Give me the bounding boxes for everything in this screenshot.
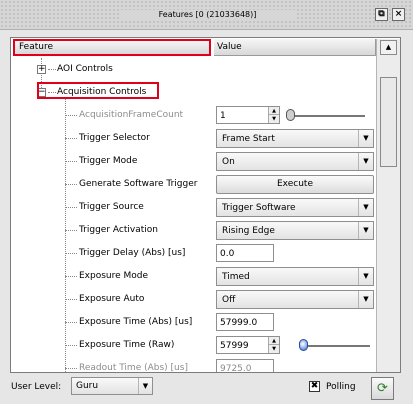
feature-name: AcquisitionFrameCount <box>79 110 184 120</box>
tree-connector <box>65 299 77 300</box>
value-dropdown[interactable]: Frame Start ▼ <box>216 129 374 148</box>
tree-connector <box>65 184 77 185</box>
feature-row[interactable]: Exposure Mode Timed ▼ <box>11 265 376 288</box>
spin-up-icon[interactable]: ▲ <box>268 107 279 115</box>
feature-row[interactable]: Trigger Mode On ▼ <box>11 150 376 173</box>
spin-down-icon[interactable]: ▼ <box>268 115 279 123</box>
value-dropdown[interactable]: On ▼ <box>216 152 374 171</box>
tree-body: + AOI Controls − Acquisition Controls Ac… <box>11 58 376 373</box>
column-header-feature[interactable]: Feature <box>13 39 211 56</box>
feature-row[interactable]: Exposure Time (Raw) 57999 ▲ ▼ <box>11 334 376 357</box>
feature-name: Trigger Source <box>79 202 144 212</box>
user-level-label: User Level: <box>11 382 62 392</box>
value-field[interactable]: 0.0 <box>216 244 274 262</box>
restore-icon[interactable]: ⧉ <box>375 8 388 21</box>
tree-connector <box>65 115 77 116</box>
refresh-icon[interactable]: ⟳ <box>371 377 394 400</box>
highlight-box <box>37 82 159 99</box>
value-dropdown[interactable]: Timed ▼ <box>216 267 374 286</box>
feature-row[interactable]: Readout Time (Abs) [us] 9725.0 <box>11 357 376 373</box>
value-text: 1 <box>220 111 226 121</box>
value-dropdown[interactable]: Off ▼ <box>216 290 374 309</box>
feature-row[interactable]: Trigger Selector Frame Start ▼ <box>11 127 376 150</box>
value-field[interactable]: 9725.0 <box>216 359 274 373</box>
tree-connector <box>65 138 77 139</box>
feature-row[interactable]: Trigger Delay (Abs) [us] 0.0 <box>11 242 376 265</box>
tree-connector <box>65 207 77 208</box>
feature-name: Exposure Auto <box>79 294 145 304</box>
slider-handle[interactable] <box>286 109 295 121</box>
tree-connector <box>65 253 77 254</box>
feature-row[interactable]: Generate Software Trigger Execute <box>11 173 376 196</box>
feature-name: Trigger Activation <box>79 225 158 235</box>
feature-name: Trigger Selector <box>79 133 150 143</box>
dropdown-arrow-icon[interactable]: ▼ <box>358 153 373 170</box>
value-text: Rising Edge <box>222 226 275 236</box>
feature-row[interactable]: Exposure Auto Off ▼ <box>11 288 376 311</box>
feature-name: Exposure Time (Abs) [us] <box>79 317 193 327</box>
slider-handle[interactable] <box>299 339 308 351</box>
feature-table: Feature Value + AOI Controls − Acquisiti… <box>10 37 401 373</box>
user-level-value: Guru <box>76 381 99 391</box>
close-icon[interactable]: × <box>392 8 405 21</box>
feature-row[interactable]: Trigger Source Trigger Software ▼ <box>11 196 376 219</box>
value-text: 57999 <box>220 341 249 351</box>
vertical-scrollbar[interactable]: ▲ <box>376 39 400 372</box>
value-text: 0.0 <box>220 249 235 259</box>
feature-name: Trigger Mode <box>79 156 138 166</box>
column-header-value[interactable]: Value <box>214 39 376 56</box>
value-field[interactable]: 57999.0 <box>216 313 274 331</box>
polling-label: Polling <box>326 382 356 392</box>
value-dropdown[interactable]: Rising Edge ▼ <box>216 221 374 240</box>
expand-icon[interactable]: + <box>37 65 46 74</box>
value-text: Off <box>222 295 236 305</box>
feature-row[interactable]: Trigger Activation Rising Edge ▼ <box>11 219 376 242</box>
value-text: 57999.0 <box>220 318 258 328</box>
spin-down-icon[interactable]: ▼ <box>268 345 279 353</box>
feature-name: Generate Software Trigger <box>79 179 198 189</box>
value-text: Trigger Software <box>222 203 296 213</box>
value-text: On <box>222 157 235 167</box>
tree-connector <box>65 276 77 277</box>
spin-up-icon[interactable]: ▲ <box>268 337 279 345</box>
dropdown-arrow-icon[interactable]: ▼ <box>358 291 373 308</box>
slider-track[interactable] <box>308 345 370 347</box>
category-label: AOI Controls <box>57 64 113 74</box>
tree-connector <box>65 230 77 231</box>
dropdown-arrow-icon[interactable]: ▼ <box>358 130 373 147</box>
feature-name: Readout Time (Abs) [us] <box>79 363 188 373</box>
feature-row[interactable]: AcquisitionFrameCount 1 ▲ ▼ <box>11 104 376 127</box>
polling-checkbox[interactable]: ✖ <box>309 381 320 392</box>
window-title: Features [0 (21033648)] <box>120 10 295 19</box>
value-text: Timed <box>222 272 250 282</box>
user-level-dropdown[interactable]: Guru ▼ <box>71 377 153 395</box>
value-text: Frame Start <box>222 134 275 144</box>
value-spinbox[interactable]: 57999 ▲ ▼ <box>216 336 280 354</box>
value-dropdown[interactable]: Trigger Software ▼ <box>216 198 374 217</box>
execute-button[interactable]: Execute <box>216 175 374 194</box>
tree-connector <box>65 161 77 162</box>
tree-connector <box>48 69 56 70</box>
dropdown-arrow-icon[interactable]: ▼ <box>358 199 373 216</box>
category-aoi-controls[interactable]: + AOI Controls <box>11 58 376 81</box>
tree-connector <box>65 345 77 346</box>
dropdown-arrow-icon[interactable]: ▼ <box>358 222 373 239</box>
scroll-thumb[interactable] <box>380 77 397 167</box>
feature-row[interactable]: Exposure Time (Abs) [us] 57999.0 <box>11 311 376 334</box>
feature-name: Exposure Time (Raw) <box>79 340 175 350</box>
value-spinbox[interactable]: 1 ▲ ▼ <box>216 106 280 124</box>
feature-name: Exposure Mode <box>79 271 149 281</box>
value-text: 9725.0 <box>220 364 252 373</box>
feature-name: Trigger Delay (Abs) [us] <box>79 248 186 258</box>
slider-track[interactable] <box>295 115 365 117</box>
tree-connector <box>65 368 77 369</box>
scroll-up-icon[interactable]: ▲ <box>380 40 397 55</box>
dropdown-arrow-icon[interactable]: ▼ <box>138 378 152 394</box>
tree-connector <box>65 322 77 323</box>
title-bar: Features [0 (21033648)] ⧉ × <box>0 0 413 30</box>
dropdown-arrow-icon[interactable]: ▼ <box>358 268 373 285</box>
